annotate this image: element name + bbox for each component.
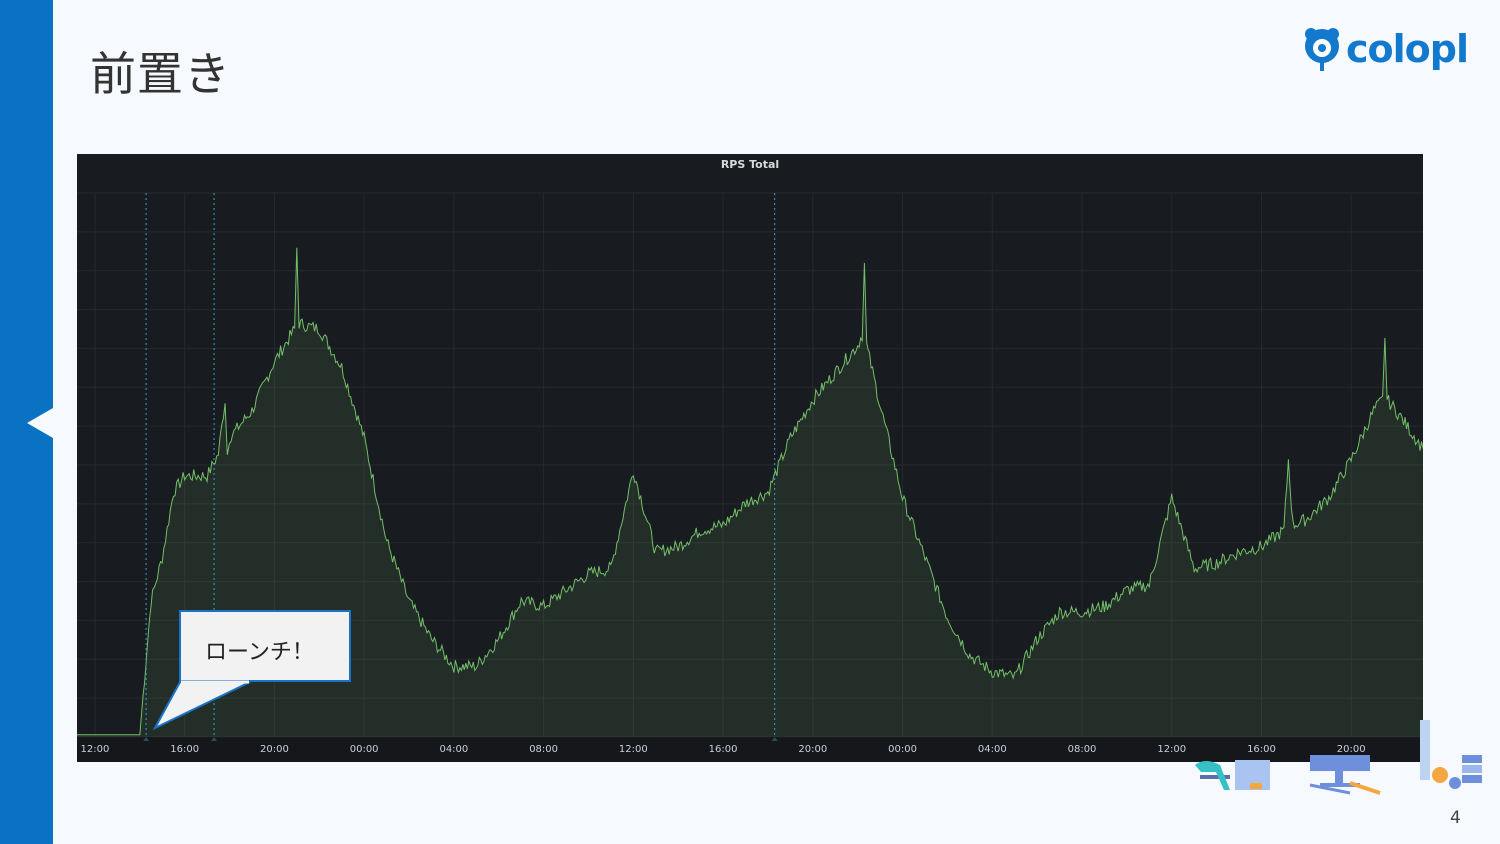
x-tick-label: 16:00 bbox=[170, 744, 199, 755]
data-point bbox=[296, 247, 297, 248]
data-point bbox=[1239, 552, 1240, 553]
data-point bbox=[1306, 519, 1307, 520]
data-point bbox=[862, 334, 863, 335]
data-point bbox=[341, 367, 342, 368]
data-point bbox=[1328, 497, 1329, 498]
data-point bbox=[566, 590, 567, 591]
data-point bbox=[1082, 611, 1083, 612]
data-point bbox=[835, 372, 836, 373]
slide-title: 前置き bbox=[90, 47, 231, 101]
x-tick-label: 00:00 bbox=[888, 744, 917, 755]
x-tick-label: 12:00 bbox=[81, 744, 110, 755]
section-marker-icon bbox=[27, 408, 53, 438]
callout-pointer bbox=[152, 680, 251, 731]
data-point bbox=[498, 639, 499, 640]
x-tick-label: 04:00 bbox=[978, 744, 1007, 755]
data-point bbox=[229, 437, 230, 438]
data-point bbox=[678, 546, 679, 547]
data-point bbox=[1014, 677, 1015, 678]
data-point bbox=[453, 666, 454, 667]
data-point bbox=[1382, 399, 1383, 400]
data-point bbox=[700, 530, 701, 531]
data-point bbox=[866, 345, 867, 346]
data-point bbox=[521, 601, 522, 602]
data-point bbox=[1373, 410, 1374, 411]
data-point bbox=[476, 666, 477, 667]
data-point bbox=[812, 399, 813, 400]
data-point bbox=[364, 437, 365, 438]
data-point bbox=[588, 573, 589, 574]
data-point bbox=[1126, 590, 1127, 591]
data-point bbox=[1384, 334, 1385, 335]
data-point bbox=[299, 323, 300, 324]
x-tick-label: 12:00 bbox=[619, 744, 648, 755]
data-point bbox=[864, 263, 865, 264]
data-point bbox=[1059, 611, 1060, 612]
data-point bbox=[207, 475, 208, 476]
data-point bbox=[767, 492, 768, 493]
data-point bbox=[543, 606, 544, 607]
colopl-logo: colopl bbox=[1302, 26, 1469, 72]
data-point bbox=[1292, 524, 1293, 525]
x-tick-label: 16:00 bbox=[709, 744, 738, 755]
data-point bbox=[409, 601, 410, 602]
data-point bbox=[1396, 410, 1397, 411]
x-tick-label: 08:00 bbox=[1068, 744, 1097, 755]
logo-text: colopl bbox=[1346, 27, 1469, 71]
data-point bbox=[1261, 546, 1262, 547]
data-point bbox=[274, 361, 275, 362]
data-point bbox=[924, 557, 925, 558]
office-illustration bbox=[1195, 720, 1482, 795]
data-point bbox=[1288, 459, 1289, 460]
data-point bbox=[227, 454, 228, 455]
data-point bbox=[251, 410, 252, 411]
data-point bbox=[386, 541, 387, 542]
data-point bbox=[1171, 497, 1172, 498]
page-number: 4 bbox=[1450, 808, 1461, 828]
data-point bbox=[947, 617, 948, 618]
data-point bbox=[633, 470, 634, 471]
data-point bbox=[319, 329, 320, 330]
data-point bbox=[857, 345, 858, 346]
x-tick-label: 00:00 bbox=[350, 744, 379, 755]
data-point bbox=[294, 329, 295, 330]
data-point bbox=[610, 568, 611, 569]
x-tick-label: 20:00 bbox=[260, 744, 289, 755]
data-point bbox=[1104, 606, 1105, 607]
data-point bbox=[1037, 639, 1038, 640]
data-point bbox=[992, 671, 993, 672]
data-point bbox=[969, 655, 970, 656]
bear-mascot-icon bbox=[1305, 28, 1339, 71]
data-point bbox=[162, 557, 163, 558]
callout-text: ローンチ！ bbox=[205, 640, 314, 665]
data-point bbox=[1216, 562, 1217, 563]
data-point bbox=[655, 552, 656, 553]
x-tick-label: 08:00 bbox=[529, 744, 558, 755]
data-point bbox=[880, 405, 881, 406]
data-point bbox=[225, 399, 226, 400]
data-point bbox=[1149, 584, 1150, 585]
data-point bbox=[1283, 530, 1284, 531]
data-point bbox=[139, 734, 140, 735]
data-point bbox=[1387, 399, 1388, 400]
data-point bbox=[184, 475, 185, 476]
data-point bbox=[173, 492, 174, 493]
data-point bbox=[1194, 568, 1195, 569]
data-point bbox=[790, 437, 791, 438]
data-point bbox=[1351, 459, 1352, 460]
data-point bbox=[745, 503, 746, 504]
data-point bbox=[723, 524, 724, 525]
x-tick-label: 04:00 bbox=[439, 744, 468, 755]
data-point bbox=[151, 601, 152, 602]
chart-title: RPS Total bbox=[720, 158, 780, 171]
data-point bbox=[218, 454, 219, 455]
data-point bbox=[431, 639, 432, 640]
x-tick-label: 20:00 bbox=[798, 744, 827, 755]
launch-callout: ローンチ！ bbox=[179, 610, 351, 682]
data-point bbox=[902, 497, 903, 498]
